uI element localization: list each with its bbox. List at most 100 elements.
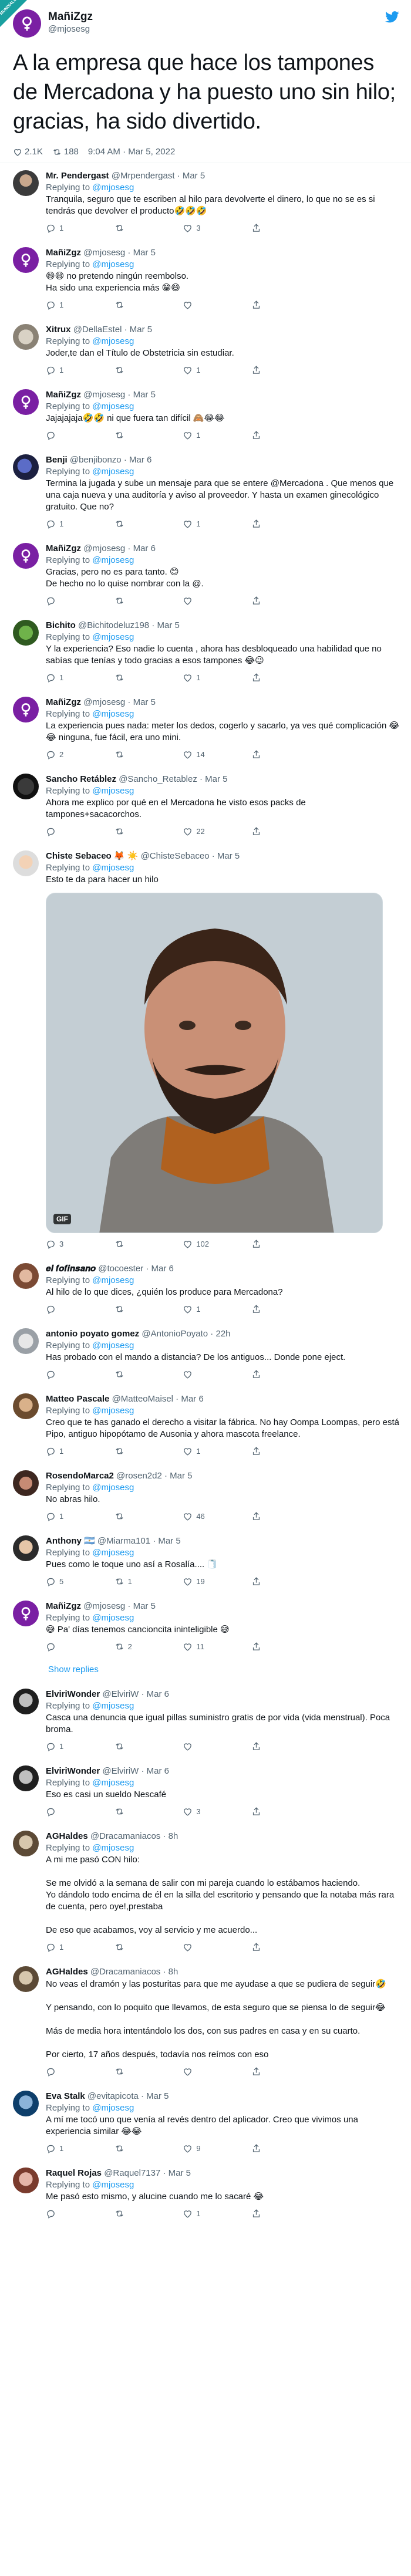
reply-meta[interactable]: @evitapicota · Mar 5 [87,2091,169,2101]
retweet-button[interactable] [114,1511,156,1521]
share-button[interactable] [251,596,292,606]
reply-meta[interactable]: @Mrpendergast · Mar 5 [112,171,205,181]
reply-author-name[interactable]: Chiste Sebaceo 🦊 ☀️ [46,851,138,861]
replying-to-handle[interactable]: @mjosesg [92,1613,134,1623]
replying-to-handle[interactable]: @mjosesg [92,336,134,346]
like-button[interactable]: 22 [183,826,224,836]
reply-tweet[interactable]: Sancho Retáblez @Sancho_Retablez · Mar 5… [0,767,411,842]
avatar[interactable] [13,1470,39,1496]
like-button[interactable] [183,2067,224,2077]
reply-author-name[interactable]: Bichito [46,620,76,630]
like-button[interactable]: 9 [183,2143,224,2153]
retweet-button[interactable] [114,1369,156,1379]
avatar[interactable] [13,2091,39,2116]
author-name[interactable]: MañiZgz [48,11,93,23]
reply-meta[interactable]: @MatteoMaisel · Mar 6 [112,1394,204,1404]
reply-author-name[interactable]: MañiZgz [46,390,81,400]
reply-author-name[interactable]: Benji [46,455,68,465]
reply-tweet[interactable]: MañiZgz @mjosesg · Mar 6 Replying to @mjo… [0,536,411,612]
avatar[interactable] [13,1831,39,1856]
author-handle[interactable]: @mjosesg [48,23,93,35]
reply-tweet[interactable]: antonio poyato gomez @AntonioPoyato · 22… [0,1321,411,1385]
reply-author-name[interactable]: MañiZgz [46,697,81,707]
avatar[interactable] [13,247,39,273]
reply-button[interactable]: 1 [46,365,87,375]
replying-to-handle[interactable]: @mjosesg [92,1701,134,1711]
reply-button[interactable] [46,2067,87,2077]
retweet-button[interactable] [114,365,156,375]
retweet-button[interactable] [114,2067,156,2077]
avatar[interactable] [13,620,39,646]
reply-button[interactable]: 1 [46,2143,87,2153]
reply-button[interactable] [46,430,87,440]
like-button[interactable] [183,596,224,606]
retweet-button[interactable] [114,1807,156,1817]
reply-meta[interactable]: @AntonioPoyato · 22h [142,1329,230,1339]
share-button[interactable] [251,826,292,836]
retweet-button[interactable]: 2 [114,1642,156,1652]
reply-author-name[interactable]: 𝒆𝒍 𝒇𝒐𝒇𝒊𝒏𝒔𝒂𝒏𝒐 [46,1264,96,1274]
share-button[interactable] [251,430,292,440]
like-button[interactable]: 11 [183,1642,224,1652]
reply-tweet[interactable]: Chiste Sebaceo 🦊 ☀️ @ChisteSebaceo · Mar… [0,843,411,1255]
retweet-button[interactable] [114,1741,156,1751]
reply-tweet[interactable]: Anthony 🇦🇷 @Miarma101 · Mar 5 Replying to… [0,1528,411,1592]
replying-to-handle[interactable]: @mjosesg [92,1548,134,1558]
like-button[interactable]: 3 [183,1807,224,1817]
replying-to-handle[interactable]: @mjosesg [92,1778,134,1788]
reply-author-name[interactable]: AGHaldes [46,1967,88,1977]
reply-button[interactable]: 1 [46,300,87,310]
reply-meta[interactable]: @mjosesg · Mar 5 [83,1601,156,1611]
avatar[interactable] [13,697,39,723]
avatar[interactable] [13,1601,39,1626]
avatar[interactable] [13,170,39,196]
reply-button[interactable] [46,596,87,606]
replying-to-handle[interactable]: @mjosesg [92,709,134,719]
like-button[interactable] [183,1369,224,1379]
reply-author-name[interactable]: Anthony 🇦🇷 [46,1536,95,1546]
avatar[interactable] [13,774,39,799]
share-button[interactable] [251,2143,292,2153]
avatar[interactable] [13,454,39,480]
replying-to-handle[interactable]: @mjosesg [92,1341,134,1351]
share-button[interactable] [251,1942,292,1952]
reply-meta[interactable]: @mjosesg · Mar 6 [83,543,156,553]
reply-meta[interactable]: @rosen2d2 · Mar 5 [116,1471,192,1481]
replying-to-handle[interactable]: @mjosesg [92,632,134,642]
share-button[interactable] [251,1304,292,1314]
share-button[interactable] [251,1741,292,1751]
replying-to-handle[interactable]: @mjosesg [92,1843,134,1853]
reply-tweet[interactable]: Benji @benjibonzo · Mar 6 Replying to @mj… [0,447,411,535]
reply-author-name[interactable]: RosendoMarca2 [46,1471,114,1481]
reply-author-name[interactable]: Mr. Pendergast [46,171,109,181]
reply-author-name[interactable]: ElviriWonder [46,1689,100,1699]
reply-tweet[interactable]: MañiZgz @mjosesg · Mar 5 Replying to @mjo… [0,1593,411,1657]
like-button[interactable] [183,1741,224,1751]
share-button[interactable] [251,2067,292,2077]
share-button[interactable] [251,1369,292,1379]
like-button[interactable]: 1 [183,519,224,529]
reply-meta[interactable]: @Miarma101 · Mar 5 [97,1536,181,1546]
reply-meta[interactable]: @Dracamaniacos · 8h [90,1831,178,1841]
share-button[interactable] [251,1446,292,1456]
reply-button[interactable]: 1 [46,1511,87,1521]
avatar[interactable] [13,1263,39,1289]
avatar[interactable] [13,389,39,415]
avatar[interactable] [13,2168,39,2193]
reply-meta[interactable]: @Sancho_Retablez · Mar 5 [119,774,227,784]
share-button[interactable] [251,519,292,529]
retweet-button[interactable] [114,519,156,529]
share-button[interactable] [251,749,292,759]
like-button[interactable]: 1 [183,2209,224,2219]
retweet-button[interactable] [114,430,156,440]
tweet-timestamp[interactable]: 9:04 AM · Mar 5, 2022 [88,147,175,157]
share-button[interactable] [251,1239,292,1249]
share-button[interactable] [251,300,292,310]
reply-button[interactable]: 5 [46,1576,87,1586]
reply-tweet[interactable]: MañiZgz @mjosesg · Mar 5 Replying to @mjo… [0,240,411,316]
replying-to-handle[interactable]: @mjosesg [92,2180,134,2190]
replying-to-handle[interactable]: @mjosesg [92,555,134,565]
retweet-button[interactable] [114,2209,156,2219]
like-button[interactable]: 1 [183,365,224,375]
replying-to-handle[interactable]: @mjosesg [92,467,134,477]
